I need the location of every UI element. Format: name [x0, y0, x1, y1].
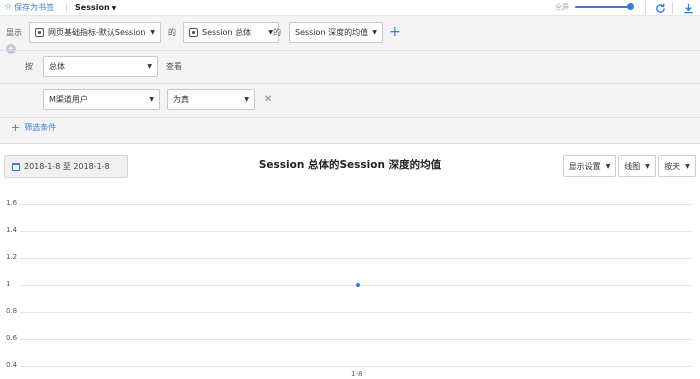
caret-down-icon: ▼: [685, 162, 690, 170]
caret-down-icon: ▼: [244, 96, 249, 103]
data-point[interactable]: [356, 283, 360, 287]
add-filter-button[interactable]: + 筛选条件: [11, 121, 57, 134]
entity-select[interactable]: Session 总体 ▼: [183, 22, 279, 43]
divider: [0, 50, 700, 51]
condition-operator-select[interactable]: 为真 ▼: [167, 89, 255, 110]
filter-panel: 显示 网页基础指标-默认Session ▼ 的 Session 总体 ▼ 的 S…: [0, 16, 700, 144]
divider: [672, 2, 673, 14]
y-tick-label: 0.4: [6, 361, 18, 369]
fullscreen-label: 全屏: [555, 3, 569, 11]
group-select-value: 总体: [49, 62, 65, 71]
star-icon: ☆: [4, 2, 13, 12]
of-label: 的: [168, 28, 176, 37]
measure-select-value: Session 深度的均值: [295, 28, 369, 37]
zoom-slider-fill: [575, 6, 631, 8]
report-name-label: Session: [75, 3, 110, 12]
date-range-label: 2018-1-8 至 2018-1-8: [24, 162, 110, 171]
download-icon[interactable]: [681, 1, 695, 15]
caret-down-icon: ▼: [150, 29, 155, 36]
group-select[interactable]: 总体 ▼: [43, 56, 158, 77]
entity-icon: [189, 28, 198, 37]
report-name-dropdown[interactable]: Session ▼: [75, 2, 116, 14]
caret-down-icon: ▼: [149, 96, 154, 103]
show-label: 显示: [6, 28, 22, 37]
zoom-slider-thumb[interactable]: [626, 3, 634, 10]
y-tick-label: 1.4: [6, 226, 18, 234]
y-tick-label: 0.6: [6, 334, 18, 342]
chart-type-label: 线图: [624, 161, 641, 171]
condition-field-select[interactable]: M渠道用户 ▼: [43, 89, 160, 110]
y-tick-label: 1: [6, 280, 11, 288]
line-chart: 1.6 1.4 1.2 1 0.8 0.6 0.4 1-8: [0, 190, 700, 378]
gridline: [20, 339, 692, 340]
caret-down-icon: ▼: [645, 162, 650, 170]
display-settings-label: 显示设置: [568, 161, 601, 171]
condition-operator-value: 为真: [173, 95, 189, 104]
display-settings-button[interactable]: 显示设置 ▼: [563, 155, 616, 177]
zoom-slider[interactable]: [575, 3, 634, 10]
chart-type-button[interactable]: 线图 ▼: [618, 155, 656, 177]
add-filter-label: 筛选条件: [24, 123, 57, 132]
gridline: [20, 204, 692, 205]
date-range-button[interactable]: 2018-1-8 至 2018-1-8: [4, 155, 128, 178]
metric-select[interactable]: 网页基础指标-默认Session ▼: [29, 22, 161, 43]
caret-down-icon: ▼: [605, 162, 611, 170]
entity-select-value: Session 总体: [202, 28, 252, 37]
view-label: 查看: [166, 62, 182, 71]
divider: [66, 3, 67, 13]
refresh-icon[interactable]: [653, 1, 667, 15]
plus-icon: +: [11, 121, 21, 134]
y-tick-label: 1.6: [6, 199, 18, 207]
granularity-button[interactable]: 按天 ▼: [658, 155, 696, 177]
metric-icon: [35, 28, 44, 37]
metric-select-value: 网页基础指标-默认Session: [48, 28, 146, 37]
gridline: [20, 312, 692, 313]
gridline: [20, 258, 692, 259]
condition-field-value: M渠道用户: [49, 95, 88, 104]
chart-title: Session 总体的Session 深度的均值: [258, 159, 442, 171]
of-label: 的: [273, 28, 281, 37]
divider: [0, 83, 700, 84]
by-label: 按: [25, 62, 33, 71]
gridline: [20, 366, 692, 367]
remove-condition-icon[interactable]: ✕: [264, 95, 272, 105]
measure-select[interactable]: Session 深度的均值 ▼: [289, 22, 383, 43]
save-bookmark-label: 保存为书签: [14, 3, 55, 12]
add-measure-icon[interactable]: +: [389, 25, 401, 39]
add-group-icon[interactable]: +: [6, 44, 16, 54]
caret-down-icon: ▼: [147, 63, 152, 70]
save-bookmark-button[interactable]: ☆ 保存为书签: [4, 2, 54, 13]
caret-down-icon: ▼: [111, 5, 117, 12]
top-bar: ☆ 保存为书签 Session ▼ 全屏: [0, 0, 700, 16]
y-tick-label: 1.2: [6, 253, 18, 261]
divider: [0, 117, 700, 118]
y-tick-label: 0.8: [6, 307, 18, 315]
calendar-icon: [12, 162, 20, 171]
caret-down-icon: ▼: [372, 29, 377, 36]
granularity-label: 按天: [664, 161, 681, 171]
gridline: [20, 231, 692, 232]
divider: [645, 2, 646, 14]
